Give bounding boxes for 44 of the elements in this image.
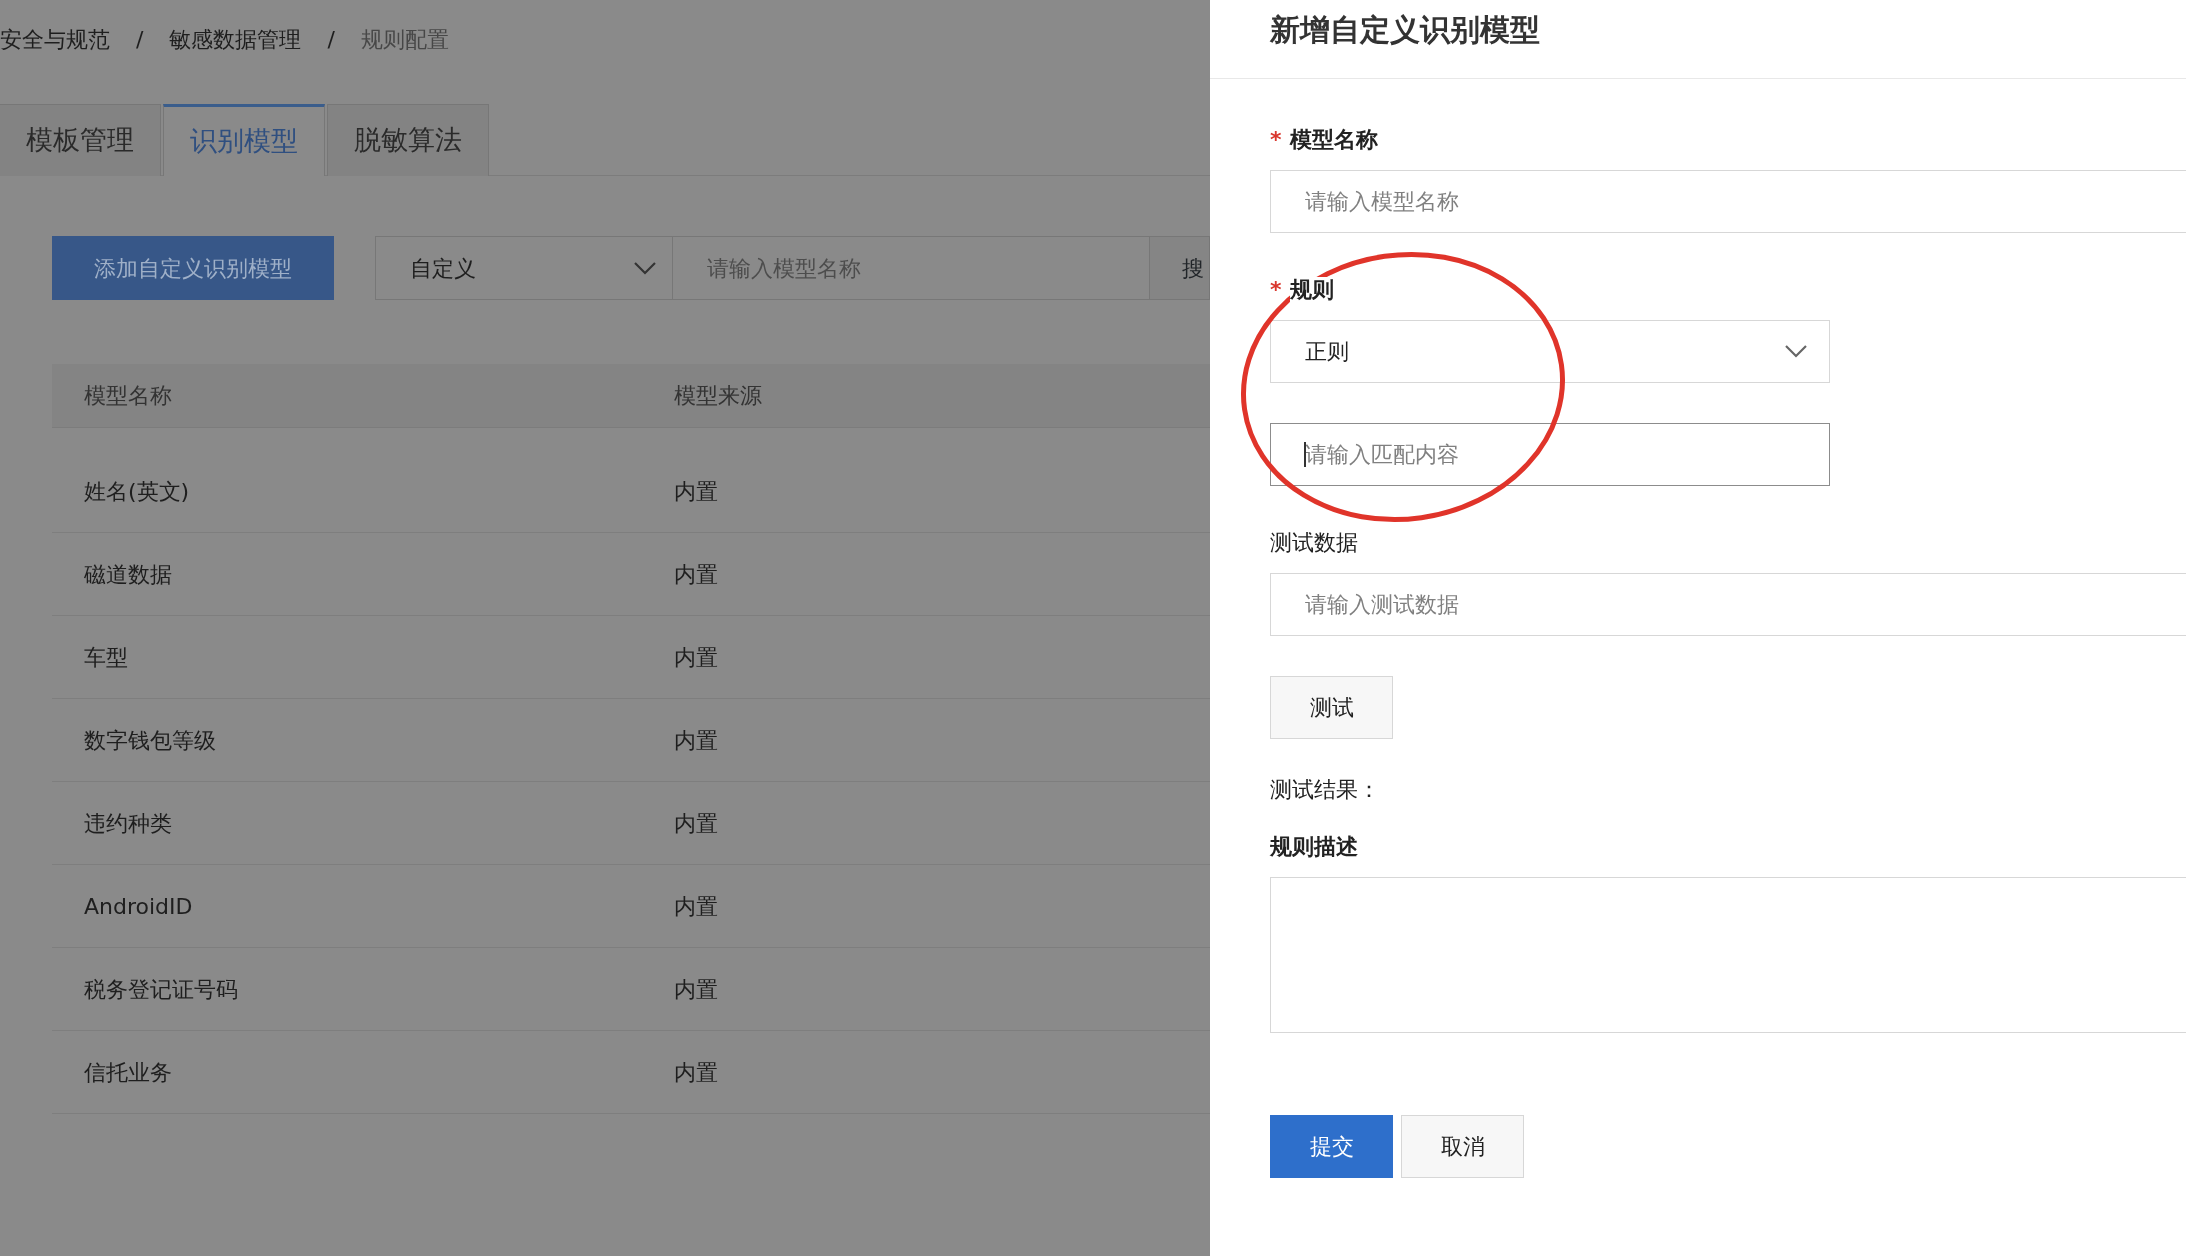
breadcrumb-separator: /	[136, 25, 144, 54]
table-cell-text: 内置	[674, 1058, 718, 1087]
field-label: 测试数据	[1270, 529, 1358, 557]
result-label: 测试结果：	[1270, 776, 1381, 804]
table-cell-text: 内置	[674, 477, 718, 506]
search-button[interactable]: 搜	[1150, 236, 1210, 300]
breadcrumb-item: 规则配置	[360, 25, 449, 54]
add-model-button[interactable]: 添加自定义识别模型	[52, 236, 335, 300]
filter-dropdown[interactable]: 自定义	[375, 236, 674, 300]
table-cell-text: 信托业务	[83, 1058, 173, 1087]
tab[interactable]: 脱敏算法	[327, 104, 489, 176]
text-cursor	[1304, 442, 1306, 467]
table-cell-text: 税务登记证号码	[83, 975, 239, 1004]
field-label: 规则	[1289, 277, 1334, 302]
description-field[interactable]	[1270, 877, 2186, 1033]
breadcrumb-item[interactable]: 敏感数据管理	[169, 22, 302, 56]
input-field[interactable]: 请输入匹配内容	[1270, 423, 1830, 486]
chevron-down-icon	[1785, 345, 1807, 358]
column-header: 模型名称	[83, 382, 173, 410]
table-cell-text: 内置	[674, 975, 718, 1004]
table-cell-text: 车型	[83, 643, 129, 672]
chevron-down-icon	[634, 261, 657, 275]
breadcrumb-separator: /	[327, 25, 335, 54]
cancel-button[interactable]: 取消	[1401, 1115, 1524, 1178]
field-label: 模型名称	[1289, 127, 1378, 152]
table-cell-text: 违约种类	[83, 809, 173, 838]
test-button[interactable]: 测试	[1270, 676, 1393, 739]
table-cell-text: 姓名(英文)	[83, 477, 191, 506]
field-label: 规则描述	[1270, 833, 1358, 861]
breadcrumb-item[interactable]: 安全与规范	[0, 22, 110, 56]
tab[interactable]: 模板管理	[0, 104, 161, 176]
search-field[interactable]: 请输入模型名称	[673, 236, 1151, 300]
rule-dropdown[interactable]: 正则	[1270, 320, 1830, 383]
table-cell-text: 内置	[674, 560, 718, 589]
drawer-title: 新增自定义识别模型	[1210, 0, 2186, 79]
table-cell-text: 内置	[674, 809, 718, 838]
table-cell-text: 内置	[674, 892, 718, 921]
table-cell-text: 内置	[674, 643, 718, 672]
table-cell-text: 内置	[674, 726, 718, 755]
column-header: 模型来源	[674, 382, 762, 410]
submit-button[interactable]: 提交	[1270, 1115, 1393, 1178]
table-cell-text: 磁道数据	[83, 560, 173, 589]
table-cell-text: 数字钱包等级	[83, 726, 217, 755]
table-cell-text: AndroidID	[83, 892, 194, 921]
